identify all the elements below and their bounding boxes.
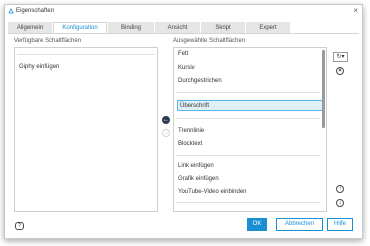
remove-icon[interactable]: ×	[336, 67, 344, 75]
list-item-selected[interactable]: Überschrift	[177, 100, 324, 111]
arrow-left-icon[interactable]: ←	[162, 116, 170, 124]
scrollbar-thumb[interactable]	[322, 50, 325, 128]
close-icon[interactable]: ×	[353, 7, 358, 15]
list-item[interactable]: YouTube-Video einbinden	[178, 189, 247, 195]
chevron-down-icon: ▾	[341, 54, 345, 60]
available-list[interactable]: Giphy einfügen	[14, 47, 158, 212]
arrow-up-icon[interactable]: ↑	[336, 185, 344, 193]
window-title: Eigenschaften	[16, 8, 55, 14]
list-item[interactable]: Grafik einfügen	[178, 176, 219, 182]
tab-skript[interactable]: Skript	[201, 22, 245, 33]
list-item[interactable]: Durchgestrichen	[178, 78, 222, 84]
app-icon	[8, 8, 14, 14]
tab-ansicht[interactable]: Ansicht	[155, 22, 200, 33]
list-separator	[17, 54, 155, 55]
list-item[interactable]: Link einfügen	[178, 163, 214, 169]
list-item[interactable]: Fett	[178, 51, 188, 57]
cancel-button[interactable]: Abbrechen	[276, 218, 323, 231]
tab-expert[interactable]: Expert	[246, 22, 290, 33]
properties-dialog: Eigenschaften × Allgemein Konfiguration …	[4, 4, 363, 239]
selected-header: Ausgewählte Schaltflächen	[173, 38, 246, 44]
tab-divider	[8, 33, 359, 34]
list-item[interactable]: Trennlinie	[178, 128, 204, 134]
tab-allgemein[interactable]: Allgemein	[8, 22, 52, 33]
tab-binding[interactable]: Binding	[108, 22, 154, 33]
list-item-giphy[interactable]: Giphy einfügen	[19, 64, 59, 70]
title-bar: Eigenschaften ×	[5, 5, 362, 18]
list-item[interactable]: Blocktext	[178, 141, 202, 147]
list-separator	[176, 92, 320, 93]
available-header: Verfügbare Schaltflächen	[14, 38, 82, 44]
reset-dropdown-button[interactable]: ↻▾	[333, 52, 348, 62]
list-item[interactable]: Kursiv	[178, 65, 195, 71]
arrow-right-icon[interactable]: →	[162, 129, 170, 137]
list-separator	[176, 118, 320, 119]
tab-konfiguration[interactable]: Konfiguration	[53, 22, 107, 33]
help-icon[interactable]: ?	[15, 222, 24, 230]
list-separator	[176, 202, 320, 203]
help-button[interactable]: Hilfe	[327, 218, 353, 231]
selected-list[interactable]: Fett Kursiv Durchgestrichen Überschrift …	[173, 47, 327, 212]
ok-button[interactable]: OK	[247, 218, 267, 231]
list-separator	[176, 155, 320, 156]
arrow-down-icon[interactable]: ↓	[336, 199, 344, 207]
